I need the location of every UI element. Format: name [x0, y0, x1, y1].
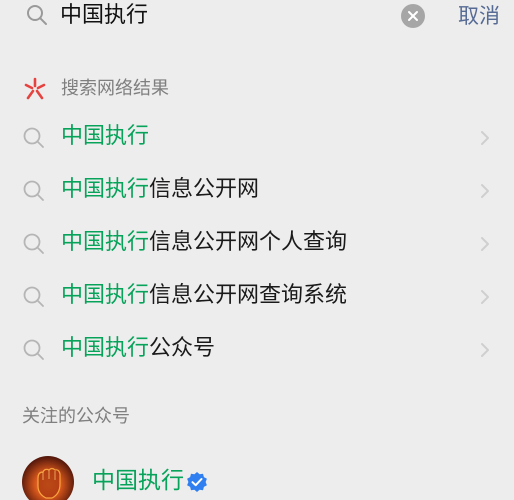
search-icon — [23, 180, 44, 201]
suggestion-rest: 信息公开网查询系统 — [149, 283, 348, 308]
followed-accounts-title: 关注的公众号 — [22, 406, 130, 427]
suggestion-highlight: 中国执行 — [61, 283, 150, 308]
search-icon — [23, 127, 44, 148]
close-icon — [408, 11, 418, 21]
cancel-button[interactable]: 取消 — [458, 3, 500, 29]
chevron-right-icon — [481, 131, 489, 145]
suggestion-rest: 信息公开网个人查询 — [149, 230, 348, 255]
followed-account-item[interactable]: 中国执行 — [0, 452, 514, 500]
suggestion-item[interactable]: 中国执行 — [0, 115, 514, 159]
clear-search-button[interactable] — [401, 4, 425, 28]
suggestion-text: 中国执行 — [61, 123, 149, 151]
suggestion-highlight: 中国执行 — [61, 336, 150, 361]
search-icon — [27, 5, 47, 25]
search-icon — [23, 286, 44, 307]
suggestion-highlight: 中国执行 — [61, 230, 150, 255]
search-page: 中国执行 取消 搜索网络结果 中国执行 中国执行信息公开网 中国执行信息公开网个… — [0, 0, 514, 500]
suggestion-text: 中国执行信息公开网 — [61, 176, 259, 204]
fist-icon — [37, 467, 61, 499]
search-icon — [23, 339, 44, 360]
suggestion-item[interactable]: 中国执行公众号 — [0, 327, 514, 371]
chevron-right-icon — [481, 343, 489, 357]
chevron-right-icon — [481, 237, 489, 251]
search-icon — [23, 233, 44, 254]
suggestion-highlight: 中国执行 — [61, 177, 150, 202]
suggestion-rest: 公众号 — [149, 336, 216, 361]
avatar — [22, 456, 74, 500]
suggestion-item[interactable]: 中国执行信息公开网 — [0, 168, 514, 212]
chevron-right-icon — [481, 184, 489, 198]
suggestion-text: 中国执行信息公开网查询系统 — [61, 282, 347, 310]
suggestion-highlight: 中国执行 — [61, 124, 150, 149]
suggestion-rest: 信息公开网 — [149, 177, 260, 202]
suggestion-text: 中国执行公众号 — [61, 335, 215, 363]
verified-badge-icon — [187, 472, 207, 492]
chevron-right-icon — [481, 290, 489, 304]
account-name: 中国执行 — [92, 468, 184, 494]
suggestion-text: 中国执行信息公开网个人查询 — [61, 229, 347, 257]
search-network-logo-icon — [24, 77, 46, 100]
suggestion-item[interactable]: 中国执行信息公开网查询系统 — [0, 274, 514, 318]
web-results-header: 搜索网络结果 — [0, 74, 514, 104]
suggestion-item[interactable]: 中国执行信息公开网个人查询 — [0, 221, 514, 265]
web-results-title: 搜索网络结果 — [61, 78, 169, 99]
search-input[interactable]: 中国执行 — [60, 3, 148, 29]
search-bar: 中国执行 取消 — [0, 0, 514, 34]
